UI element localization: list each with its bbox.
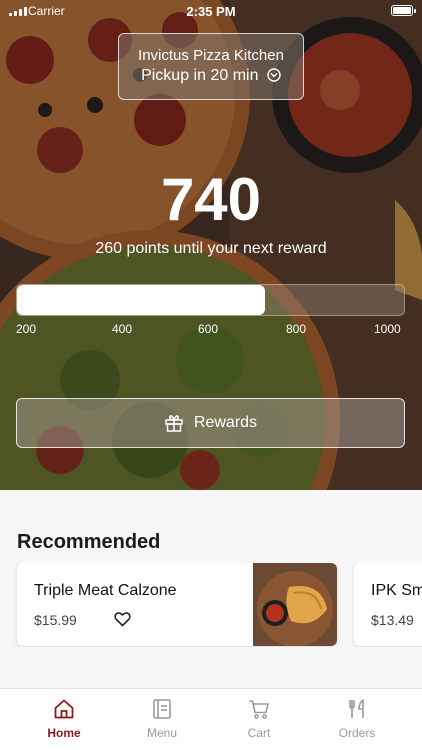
tick-label: 200	[16, 322, 37, 336]
rewards-button[interactable]: Rewards	[16, 398, 405, 448]
product-price: $13.49	[371, 612, 414, 628]
product-name: IPK Sm	[371, 582, 422, 599]
restaurant-name: Invictus Pizza Kitchen	[138, 47, 284, 64]
points-balance: 740	[160, 166, 262, 233]
chevron-down-circle-icon	[267, 68, 281, 82]
pickup-time: Pickup in 20 min	[141, 67, 259, 84]
product-card[interactable]: IPK Sm $13.49	[354, 563, 422, 646]
gift-icon	[165, 415, 183, 432]
tab-cart[interactable]: Cart	[214, 698, 304, 740]
tick-label: 600	[198, 322, 219, 336]
status-time: 2:35 PM	[186, 4, 236, 19]
battery-icon	[391, 5, 416, 16]
calzone-image	[253, 563, 337, 646]
points-progress-bar	[16, 284, 405, 316]
cart-icon	[249, 700, 269, 719]
tab-home[interactable]: Home	[19, 698, 109, 740]
points-progress-fill	[17, 285, 265, 315]
fork-knife-icon	[349, 699, 364, 718]
status-bar: Carrier 2:35 PM	[0, 0, 422, 22]
heart-icon[interactable]	[114, 611, 131, 627]
bottom-tab-bar: Home Menu Cart Orders	[0, 688, 422, 750]
product-price: $15.99	[34, 612, 77, 628]
tab-menu[interactable]: Menu	[117, 698, 207, 740]
tab-label: Cart	[247, 726, 271, 740]
rewards-button-label: Rewards	[193, 414, 258, 431]
tab-orders[interactable]: Orders	[312, 698, 402, 740]
recommended-carousel[interactable]: Triple Meat Calzone $15.99 IPK Sm $13.49	[0, 563, 422, 647]
hero-banner: Carrier 2:35 PM Invictus Pizza Kitchen P…	[0, 0, 422, 490]
product-card[interactable]: Triple Meat Calzone $15.99	[17, 563, 337, 646]
tab-label: Home	[47, 726, 81, 740]
tick-label: 800	[286, 322, 307, 336]
progress-tick-labels: 200 400 600 800 1000	[16, 322, 405, 338]
points-caption: 260 points until your next reward	[95, 240, 327, 257]
tick-label: 400	[112, 322, 133, 336]
menu-icon	[153, 699, 171, 719]
recommended-heading: Recommended	[17, 531, 161, 553]
tick-label: 1000	[374, 322, 401, 336]
tab-label: Menu	[146, 726, 178, 740]
home-icon	[54, 699, 74, 719]
product-name: Triple Meat Calzone	[34, 582, 177, 599]
location-selector-button[interactable]: Invictus Pizza Kitchen Pickup in 20 min	[118, 33, 304, 100]
tab-label: Orders	[338, 726, 376, 740]
